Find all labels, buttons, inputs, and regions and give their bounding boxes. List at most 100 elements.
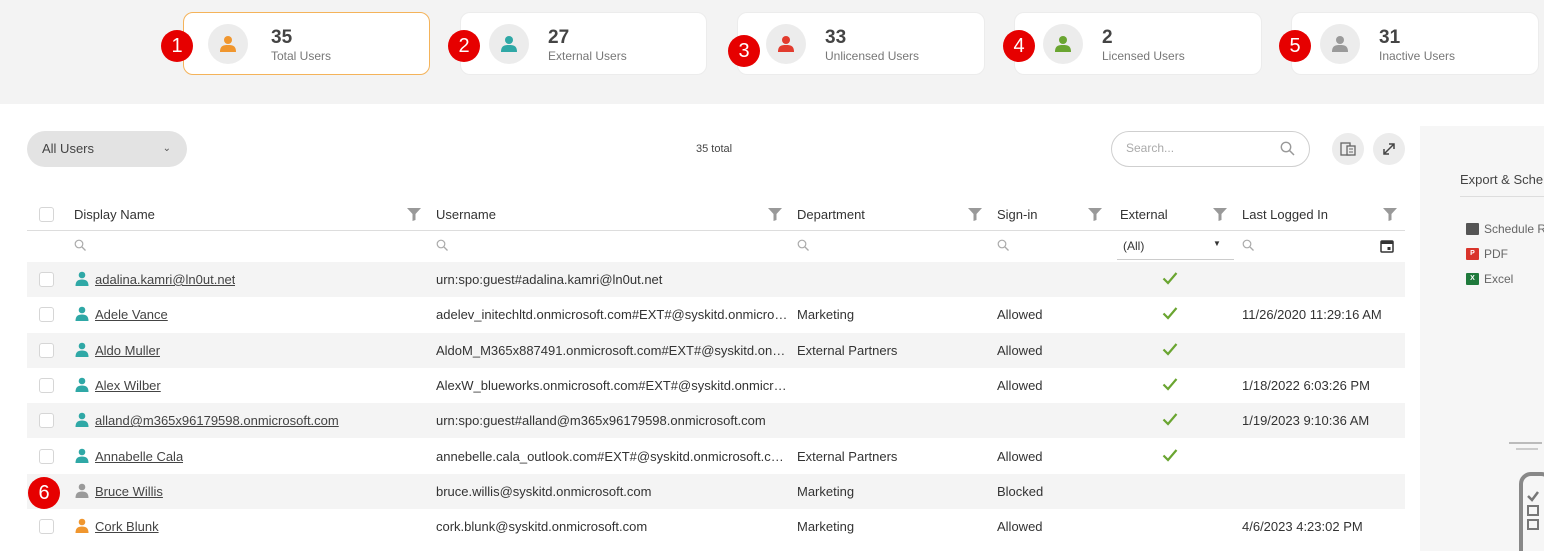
filter-row: (All) ▼ [27,231,1405,262]
filter-icon[interactable] [407,208,421,221]
display-name-link[interactable]: alland@m365x96179598.onmicrosoft.com [95,413,339,428]
pdf-icon: P [1466,248,1479,260]
search-icon[interactable] [1280,141,1295,161]
search-icon[interactable] [1242,239,1254,251]
last-logged-cell: 1/18/2022 6:03:26 PM [1242,377,1370,393]
username-cell: urn:spo:guest#adalina.kamri@ln0ut.net [436,272,663,287]
column-header-last-logged-in[interactable]: Last Logged In [1242,207,1328,222]
username-cell: AlexW_blueworks.onmicrosoft.com#EXT#@sys… [436,377,788,393]
stats-band: 35 Total Users 27 External Users 33 Unli… [0,0,1544,104]
column-header-external[interactable]: External [1120,207,1168,222]
username-cell: urn:spo:guest#alland@m365x96179598.onmic… [436,413,766,429]
select-all-checkbox[interactable] [39,207,54,222]
export-excel-label: Excel [1484,272,1514,286]
signin-cell: Blocked [997,483,1044,499]
filter-icon[interactable] [1213,208,1227,221]
calendar-icon [1466,223,1479,235]
search-icon[interactable] [74,239,86,251]
user-icon [489,24,529,64]
user-icon [75,306,89,322]
stat-count: 33 [825,27,847,48]
display-name-link[interactable]: Aldo Muller [95,343,160,358]
expand-icon [1383,143,1395,155]
user-icon [75,377,89,392]
row-checkbox[interactable] [39,377,54,393]
checkmark-icon [1162,342,1178,361]
row-checkbox[interactable] [39,272,54,287]
column-chooser-button[interactable] [1332,133,1364,165]
display-name-link[interactable]: Bruce Willis [95,484,163,499]
clipboard-illustration-icon [1509,442,1544,551]
stat-count: 35 [271,27,293,48]
filter-icon[interactable] [968,208,982,221]
export-pdf-link[interactable]: P PDF [1466,247,1508,261]
stat-card-unlicensed-users[interactable]: 33 Unlicensed Users [737,12,985,75]
username-cell: AldoM_M365x887491.onmicrosoft.com#EXT#@s… [436,342,788,358]
row-checkbox[interactable] [39,413,54,429]
table-row[interactable]: adalina.kamri@ln0ut.net urn:spo:guest#ada… [27,262,1405,297]
row-checkbox[interactable] [39,307,54,323]
column-header-display-name[interactable]: Display Name [74,207,155,222]
search-icon[interactable] [436,239,448,251]
stat-label: External Users [548,49,627,63]
annotation-badge: 1 [161,30,193,62]
filter-icon[interactable] [768,208,782,221]
external-filter-select[interactable]: (All) [1123,239,1144,253]
user-icon [1320,24,1360,64]
user-icon [766,24,806,64]
search-icon[interactable] [797,239,809,251]
table-row[interactable]: alland@m365x96179598.onmicrosoft.com urn:… [27,403,1405,439]
table-row[interactable]: Bruce Willis bruce.willis@syskitd.onmicro… [27,473,1405,509]
caret-down-icon[interactable]: ▼ [1213,239,1221,248]
display-name-link[interactable]: adalina.kamri@ln0ut.net [95,272,235,287]
stat-card-external-users[interactable]: 27 External Users [460,12,707,75]
search-box[interactable] [1111,131,1310,167]
table-row[interactable]: Annabelle Cala annebelle.cala_outlook.com… [27,439,1405,474]
stat-card-inactive-users[interactable]: 31 Inactive Users [1291,12,1539,75]
annotation-badge: 5 [1279,30,1311,62]
display-name-link[interactable]: Adele Vance [95,307,168,322]
excel-icon: X [1466,273,1479,285]
schedule-report-link[interactable]: Schedule R [1466,222,1544,236]
stat-count: 2 [1102,27,1113,48]
checkmark-icon [1162,271,1178,290]
table-row[interactable]: Aldo Muller AldoM_M365x887491.onmicrosoft… [27,332,1405,368]
row-checkbox[interactable] [39,448,54,464]
stat-label: Total Users [271,49,332,63]
last-logged-cell: 1/19/2023 9:10:36 AM [1242,413,1370,429]
stat-label: Inactive Users [1379,49,1456,63]
calendar-icon[interactable] [1380,239,1394,253]
signin-cell: Allowed [997,377,1043,393]
display-name-link[interactable]: Annabelle Cala [95,449,183,464]
annotation-badge: 2 [448,30,480,62]
table-row[interactable]: Adele Vance adelev_initechltd.onmicrosoft… [27,297,1405,332]
stat-card-licensed-users[interactable]: 2 Licensed Users [1014,12,1262,75]
export-excel-link[interactable]: X Excel [1466,272,1513,286]
table-row[interactable]: Cork Blunk cork.blunk@syskitd.onmicrosoft… [27,509,1405,544]
search-input[interactable] [1126,141,1276,155]
stat-card-total-users[interactable]: 35 Total Users [183,12,430,75]
last-logged-cell: 4/6/2023 4:23:02 PM [1242,519,1363,535]
user-icon [75,448,89,463]
filter-icon[interactable] [1088,208,1102,221]
table-row[interactable]: Alex Wilber AlexW_blueworks.onmicrosoft.c… [27,368,1405,403]
user-filter-select[interactable]: All Users ⌄ [27,131,187,167]
row-checkbox[interactable] [39,519,54,535]
column-header-signin[interactable]: Sign-in [997,207,1037,222]
annotation-badge: 4 [1003,30,1035,62]
signin-cell: Allowed [997,519,1043,535]
row-checkbox[interactable] [39,342,54,358]
user-icon [1043,24,1083,64]
stat-label: Licensed Users [1102,49,1185,63]
department-cell: External Partners [797,342,898,358]
fullscreen-button[interactable] [1373,133,1405,165]
column-header-department[interactable]: Department [797,207,865,222]
department-cell: External Partners [797,448,898,464]
display-name-link[interactable]: Alex Wilber [95,378,161,393]
table-header: Display Name Username Department Sign-in… [27,198,1405,231]
search-icon[interactable] [997,239,1009,251]
username-cell: bruce.willis@syskitd.onmicrosoft.com [436,483,652,499]
filter-icon[interactable] [1383,208,1397,221]
column-header-username[interactable]: Username [436,207,496,222]
display-name-link[interactable]: Cork Blunk [95,519,159,534]
